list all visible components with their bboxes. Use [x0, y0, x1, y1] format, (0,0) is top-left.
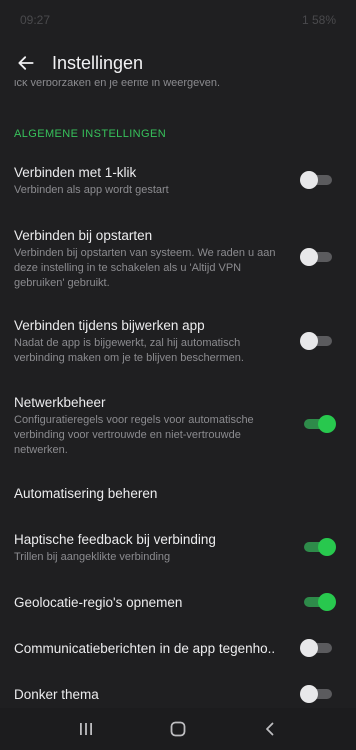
toggle-block-in-app-messages[interactable] [300, 639, 332, 657]
toggle-knob [318, 593, 336, 611]
toggle-knob [300, 639, 318, 657]
setting-title: Verbinden bij opstarten [14, 228, 153, 243]
setting-title: Donker thema [14, 687, 99, 702]
setting-title: Automatisering beheren [14, 486, 158, 501]
setting-subtitle: Verbinden als app wordt gestart [14, 184, 169, 196]
setting-title: Communicatieberichten in de app tegenho.… [14, 641, 276, 656]
nav-back-button[interactable] [250, 709, 290, 749]
setting-subtitle: Trillen bij aangeklikte verbinding [14, 551, 171, 563]
recents-button[interactable] [66, 709, 106, 749]
toggle-knob [300, 248, 318, 266]
arrow-left-icon [18, 56, 34, 70]
setting-title: Haptische feedback bij verbinding [14, 532, 216, 547]
toggle-connect-on-startup[interactable] [300, 248, 332, 266]
toggle-haptic-feedback[interactable] [304, 538, 336, 556]
toggle-one-click-connect[interactable] [300, 171, 332, 189]
system-nav-bar [0, 708, 356, 750]
setting-title: Netwerkbeheer [14, 395, 106, 410]
toggle-knob [300, 332, 318, 350]
toggle-knob [318, 415, 336, 433]
cutoff-text: ick verborzaken en je eerlte in weergeve… [14, 80, 221, 89]
setting-title: Verbinden met 1-klik [14, 165, 137, 180]
toggle-network-management[interactable] [304, 415, 336, 433]
recents-icon [80, 723, 92, 735]
setting-network-management[interactable]: Netwerkbeheer Configuratieregels voor re… [14, 394, 344, 458]
home-icon [170, 721, 186, 737]
section-header: ALGEMENE INSTELLINGEN [14, 128, 167, 140]
setting-haptic-feedback[interactable]: Haptische feedback bij verbinding Trille… [14, 531, 344, 565]
setting-subtitle: Verbinden bij opstarten van systeem. We … [14, 247, 276, 289]
setting-connect-on-update[interactable]: Verbinden tijdens bijwerken app Nadat de… [14, 317, 344, 366]
setting-geolocation-regions[interactable]: Geolocatie-regio's opnemen [14, 594, 344, 612]
setting-title: Geolocatie-regio's opnemen [14, 595, 183, 610]
setting-subtitle: Configuratieregels voor regels voor auto… [14, 414, 254, 456]
status-time: 09:27 [20, 13, 51, 27]
toggle-knob [300, 171, 318, 189]
setting-block-in-app-messages[interactable]: Communicatieberichten in de app tegenho.… [14, 640, 344, 658]
setting-manage-automation[interactable]: Automatisering beheren [14, 485, 344, 503]
chevron-left-icon [266, 722, 274, 736]
toggle-geolocation-regions[interactable] [304, 593, 336, 611]
toggle-knob [318, 538, 336, 556]
status-bar: 09:27 1 58% [0, 0, 356, 40]
setting-dark-theme[interactable]: Donker thema [14, 686, 344, 704]
home-button[interactable] [158, 709, 198, 749]
setting-subtitle: Nadat de app is bijgewerkt, zal hij auto… [14, 337, 244, 364]
toggle-dark-theme[interactable] [300, 685, 332, 703]
status-right: 1 58% [301, 13, 336, 27]
setting-title: Verbinden tijdens bijwerken app [14, 318, 205, 333]
setting-one-click-connect[interactable]: Verbinden met 1-klik Verbinden als app w… [14, 164, 344, 198]
setting-connect-on-startup[interactable]: Verbinden bij opstarten Verbinden bij op… [14, 227, 344, 291]
page-title: Instellingen [52, 52, 144, 73]
toggle-connect-on-update[interactable] [300, 332, 332, 350]
toggle-knob [300, 685, 318, 703]
